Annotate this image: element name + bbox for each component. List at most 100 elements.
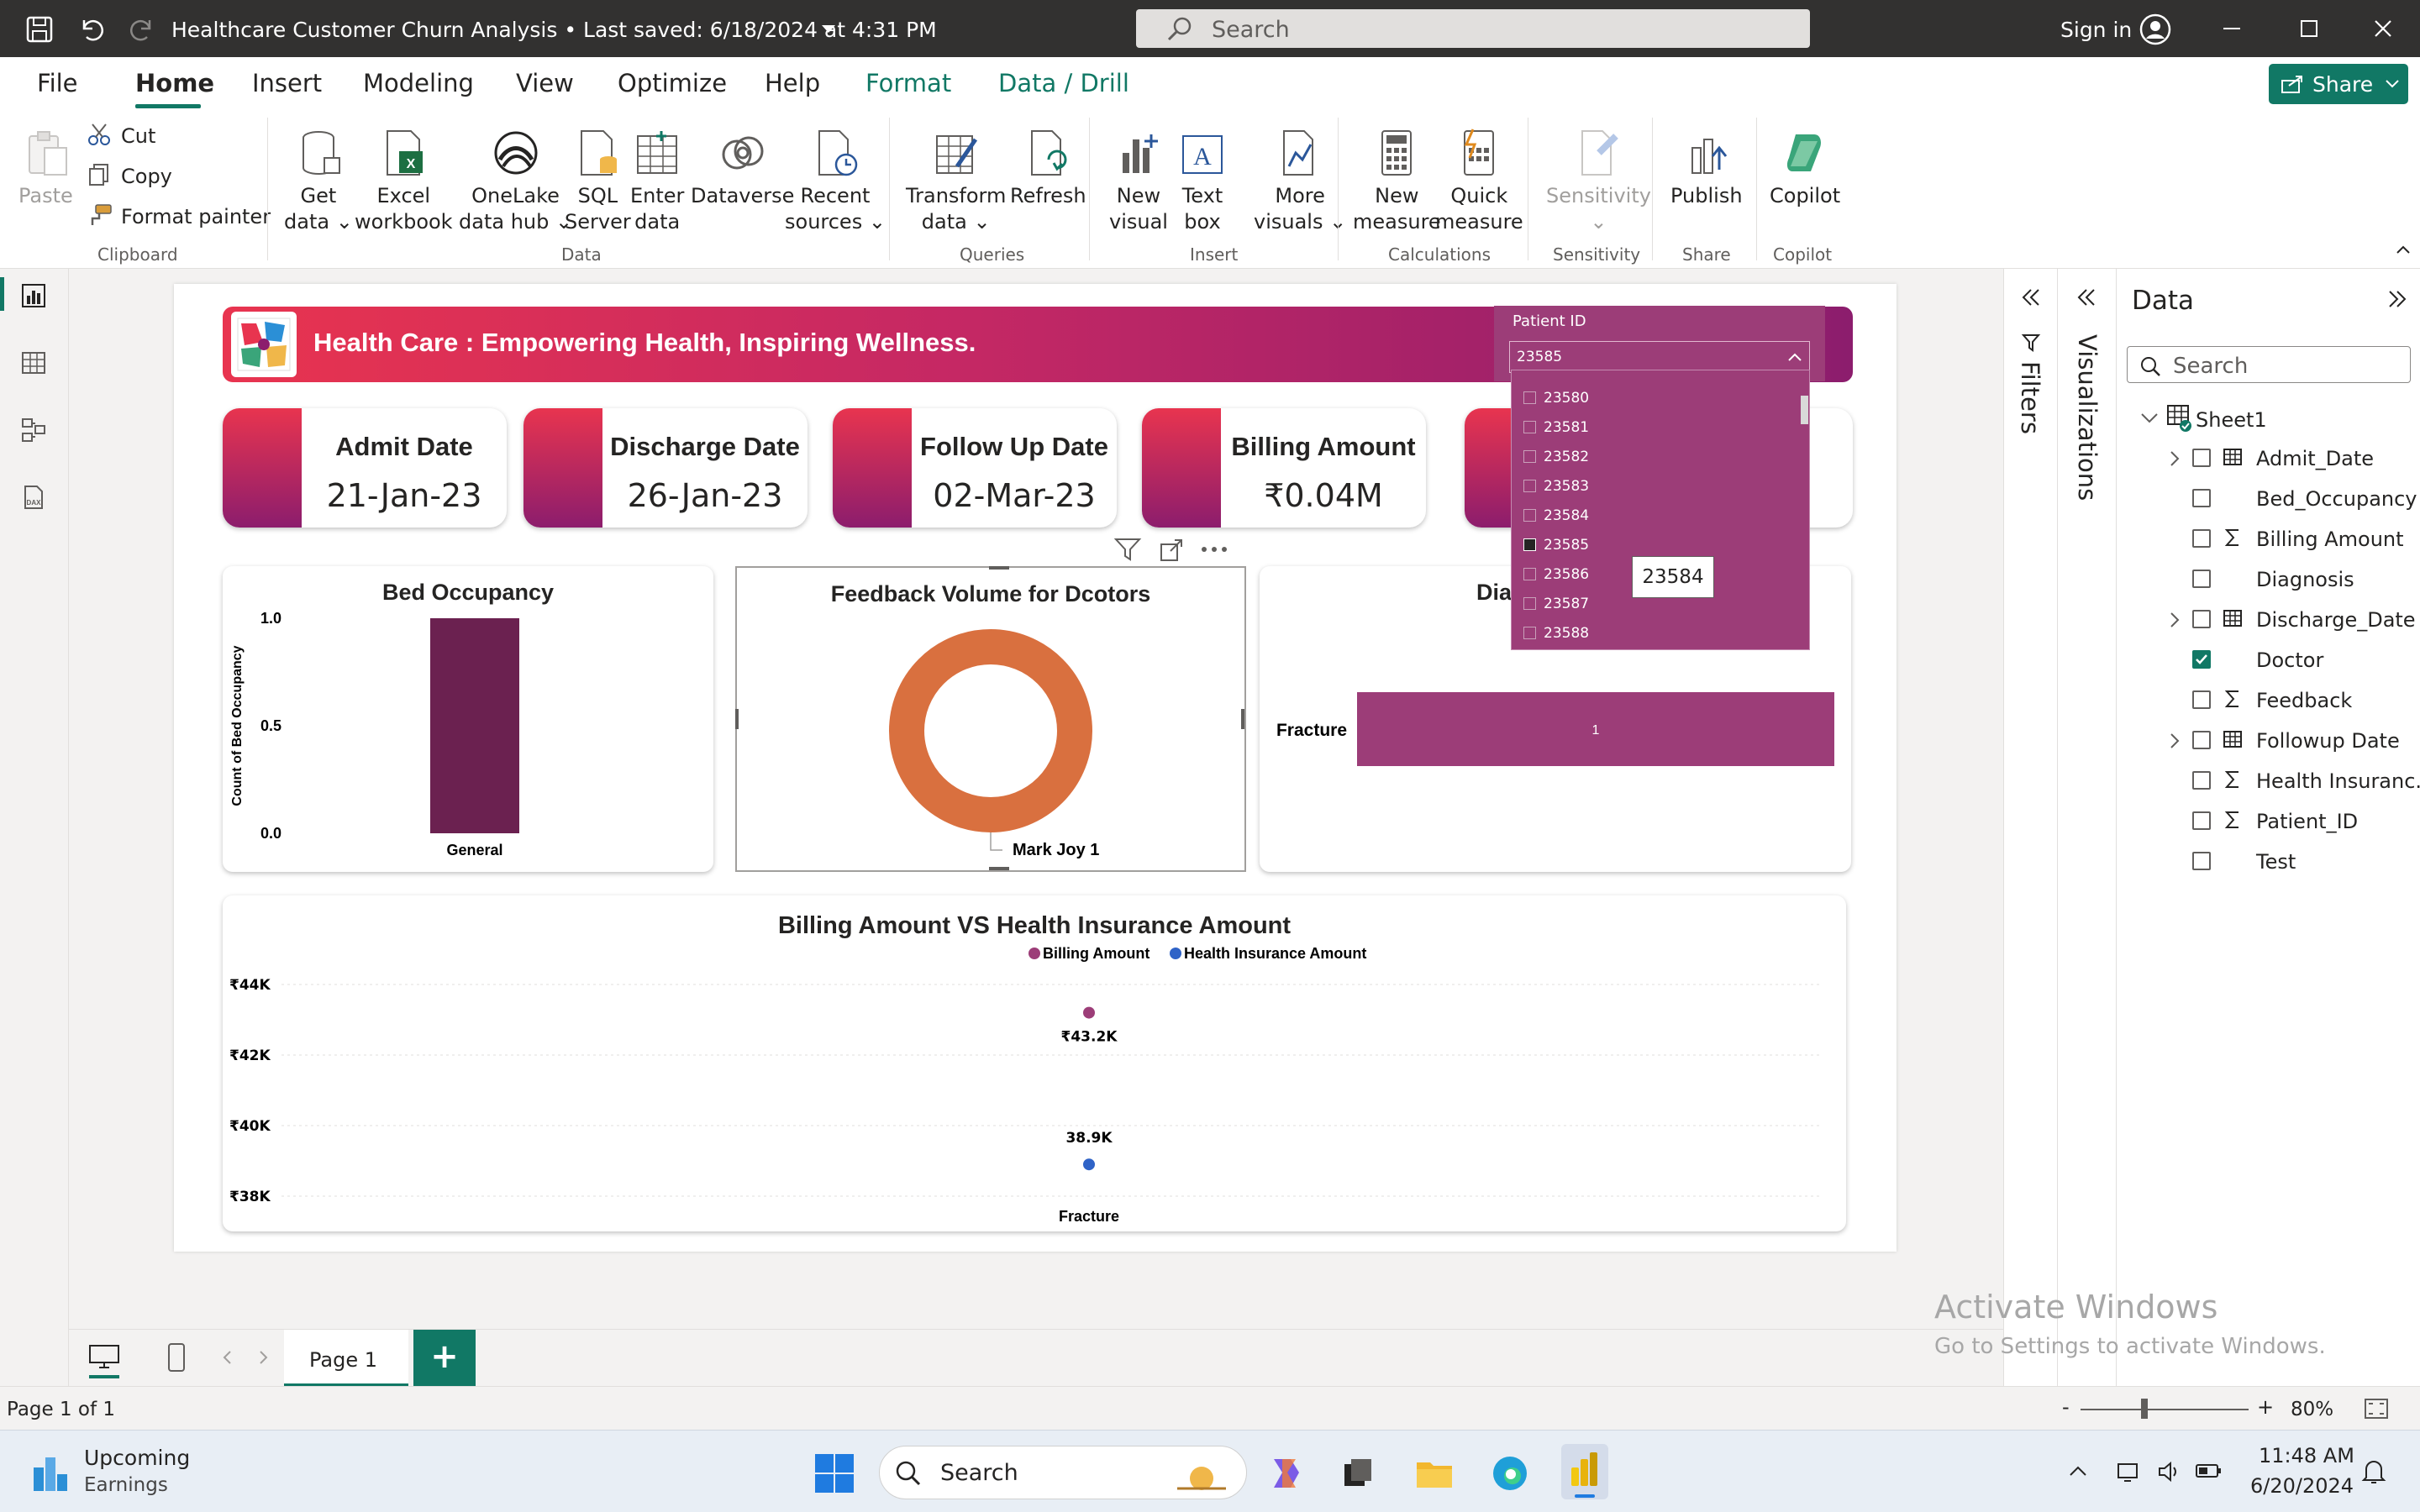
kpi-card-billing-amount[interactable]: Billing Amount ₹0.04M: [1142, 408, 1426, 528]
cut-button[interactable]: Cut: [121, 124, 155, 148]
field-checkbox[interactable]: [2192, 529, 2211, 548]
minimize-icon[interactable]: [2222, 20, 2242, 37]
slicer-checkbox[interactable]: [1523, 391, 1536, 404]
focus-mode-icon[interactable]: [1159, 538, 1184, 563]
slicer-item[interactable]: 23583: [1512, 472, 1797, 501]
slicer-checkbox[interactable]: [1523, 509, 1536, 522]
table-view-icon[interactable]: [20, 349, 47, 376]
resize-handle[interactable]: [735, 709, 739, 729]
volume-icon[interactable]: [2156, 1459, 2181, 1484]
format-painter-button[interactable]: Format painter: [121, 205, 271, 228]
menu-insert[interactable]: Insert: [252, 69, 322, 97]
battery-icon[interactable]: [2195, 1461, 2222, 1481]
resize-handle[interactable]: [989, 867, 1009, 870]
more-options-icon[interactable]: [1201, 544, 1228, 554]
menu-view[interactable]: View: [516, 69, 574, 97]
kpi-card-discharge-date[interactable]: Discharge Date 26-Jan-23: [523, 408, 808, 528]
expand-pane-icon[interactable]: [2075, 287, 2098, 307]
chevron-right-icon[interactable]: [259, 1350, 269, 1365]
close-icon[interactable]: [2373, 18, 2393, 39]
refresh-button[interactable]: Refresh: [1010, 128, 1086, 209]
page-tab-page-1[interactable]: Page 1: [284, 1330, 408, 1387]
field-name[interactable]: Admit_Date: [2256, 447, 2374, 470]
clock-date[interactable]: 6/20/2024: [2250, 1474, 2354, 1498]
account-icon[interactable]: [2139, 13, 2171, 45]
slicer-checkbox[interactable]: [1523, 480, 1536, 492]
bed-occupancy-visual[interactable]: Bed Occupancy 0.0 0.5 1.0 Count of Bed Occu…: [223, 566, 713, 872]
kpi-card-admit-date[interactable]: Admit Date 21-Jan-23: [223, 408, 507, 528]
power-bi-app[interactable]: [1561, 1444, 1608, 1499]
expand-pane-icon[interactable]: [2019, 287, 2043, 307]
menu-home[interactable]: Home: [135, 69, 214, 97]
widget-title[interactable]: Upcoming: [84, 1446, 190, 1470]
field-name[interactable]: Test: [2256, 850, 2296, 874]
mobile-layout-icon[interactable]: [166, 1341, 187, 1373]
slicer-item[interactable]: 23580: [1512, 384, 1797, 413]
billing-vs-insurance-visual[interactable]: Billing Amount VS Health Insurance Amoun…: [223, 895, 1846, 1231]
collapse-ribbon-icon[interactable]: [2395, 244, 2412, 255]
field-name[interactable]: Doctor: [2256, 648, 2323, 672]
data-search-box[interactable]: Search: [2127, 346, 2411, 383]
field-name[interactable]: Feedback: [2256, 689, 2352, 712]
get-data-button[interactable]: Get data ⌄: [284, 128, 353, 235]
visualizations-pane-collapsed[interactable]: Visualizations: [2057, 269, 2116, 1386]
resize-handle[interactable]: [1241, 709, 1244, 729]
field-checkbox[interactable]: [2192, 852, 2211, 870]
slicer-checkbox[interactable]: [1523, 627, 1536, 639]
resize-handle[interactable]: [989, 566, 1009, 570]
slicer-item[interactable]: 23582: [1512, 443, 1797, 472]
new-measure-button[interactable]: New measure: [1353, 128, 1441, 235]
dataverse-button[interactable]: Dataverse: [691, 128, 794, 209]
title-dropdown-icon[interactable]: [820, 24, 837, 35]
chevron-up-icon[interactable]: [2069, 1464, 2087, 1478]
clock-time[interactable]: 11:48 AM: [2259, 1444, 2354, 1467]
excel-workbook-button[interactable]: X Excel workbook: [355, 128, 453, 235]
kpi-card-follow-up-date[interactable]: Follow Up Date 02-Mar-23: [833, 408, 1117, 528]
slicer-checkbox[interactable]: [1523, 597, 1536, 610]
sign-in-link[interactable]: Sign in: [2060, 18, 2132, 42]
slicer-scrollbar-thumb[interactable]: [1801, 396, 1808, 424]
field-checkbox[interactable]: [2192, 650, 2211, 669]
menu-modeling[interactable]: Modeling: [363, 69, 474, 97]
share-button[interactable]: Share: [2269, 64, 2408, 104]
transform-data-button[interactable]: Transform data ⌄: [906, 128, 1006, 235]
slicer-item[interactable]: 23584: [1512, 501, 1797, 531]
collapse-pane-icon[interactable]: [2386, 289, 2409, 309]
notification-bell-icon[interactable]: [2361, 1457, 2386, 1486]
chevron-right-icon[interactable]: [2169, 732, 2181, 749]
zoom-slider-thumb[interactable]: [2141, 1399, 2148, 1419]
chevron-left-icon[interactable]: [222, 1350, 232, 1365]
zoom-level[interactable]: 80%: [2291, 1399, 2333, 1420]
menu-file[interactable]: File: [37, 69, 78, 97]
field-name[interactable]: Discharge_Date: [2256, 608, 2416, 632]
fit-to-page-icon[interactable]: [2363, 1397, 2390, 1420]
chevron-right-icon[interactable]: [2169, 612, 2181, 628]
field-checkbox[interactable]: [2192, 690, 2211, 709]
slicer-item[interactable]: 23581: [1512, 413, 1797, 443]
menu-optimize[interactable]: Optimize: [618, 69, 727, 97]
recent-sources-button[interactable]: Recent sources ⌄: [785, 128, 886, 235]
zoom-out-button[interactable]: -: [2062, 1395, 2070, 1419]
filters-pane-collapsed[interactable]: Filters: [2003, 269, 2057, 1386]
network-icon[interactable]: [2116, 1459, 2141, 1484]
copy-button[interactable]: Copy: [121, 165, 172, 188]
redo-icon[interactable]: [128, 15, 156, 44]
search-box[interactable]: Search: [1136, 9, 1810, 48]
add-page-button[interactable]: +: [413, 1330, 476, 1387]
field-name[interactable]: Followup Date: [2256, 729, 2400, 753]
slicer-checkbox[interactable]: [1523, 538, 1536, 551]
slicer-dropdown[interactable]: 23585: [1509, 341, 1810, 373]
chevron-right-icon[interactable]: [2169, 450, 2181, 467]
zoom-in-button[interactable]: +: [2257, 1395, 2274, 1419]
model-view-icon[interactable]: [20, 417, 47, 444]
task-view-icon[interactable]: [1341, 1456, 1375, 1489]
paste-button[interactable]: Paste: [18, 128, 73, 209]
feedback-visual[interactable]: Feedback Volume for Dcotors Mark Joy 1: [735, 566, 1246, 872]
field-checkbox[interactable]: [2192, 449, 2211, 467]
zoom-slider-track[interactable]: [2081, 1409, 2249, 1410]
sql-server-button[interactable]: SQL Server: [565, 128, 631, 235]
new-visual-button[interactable]: New visual: [1109, 128, 1168, 235]
field-checkbox[interactable]: [2192, 489, 2211, 507]
quick-measure-button[interactable]: Quick measure: [1435, 128, 1523, 235]
menu-help[interactable]: Help: [765, 69, 820, 97]
